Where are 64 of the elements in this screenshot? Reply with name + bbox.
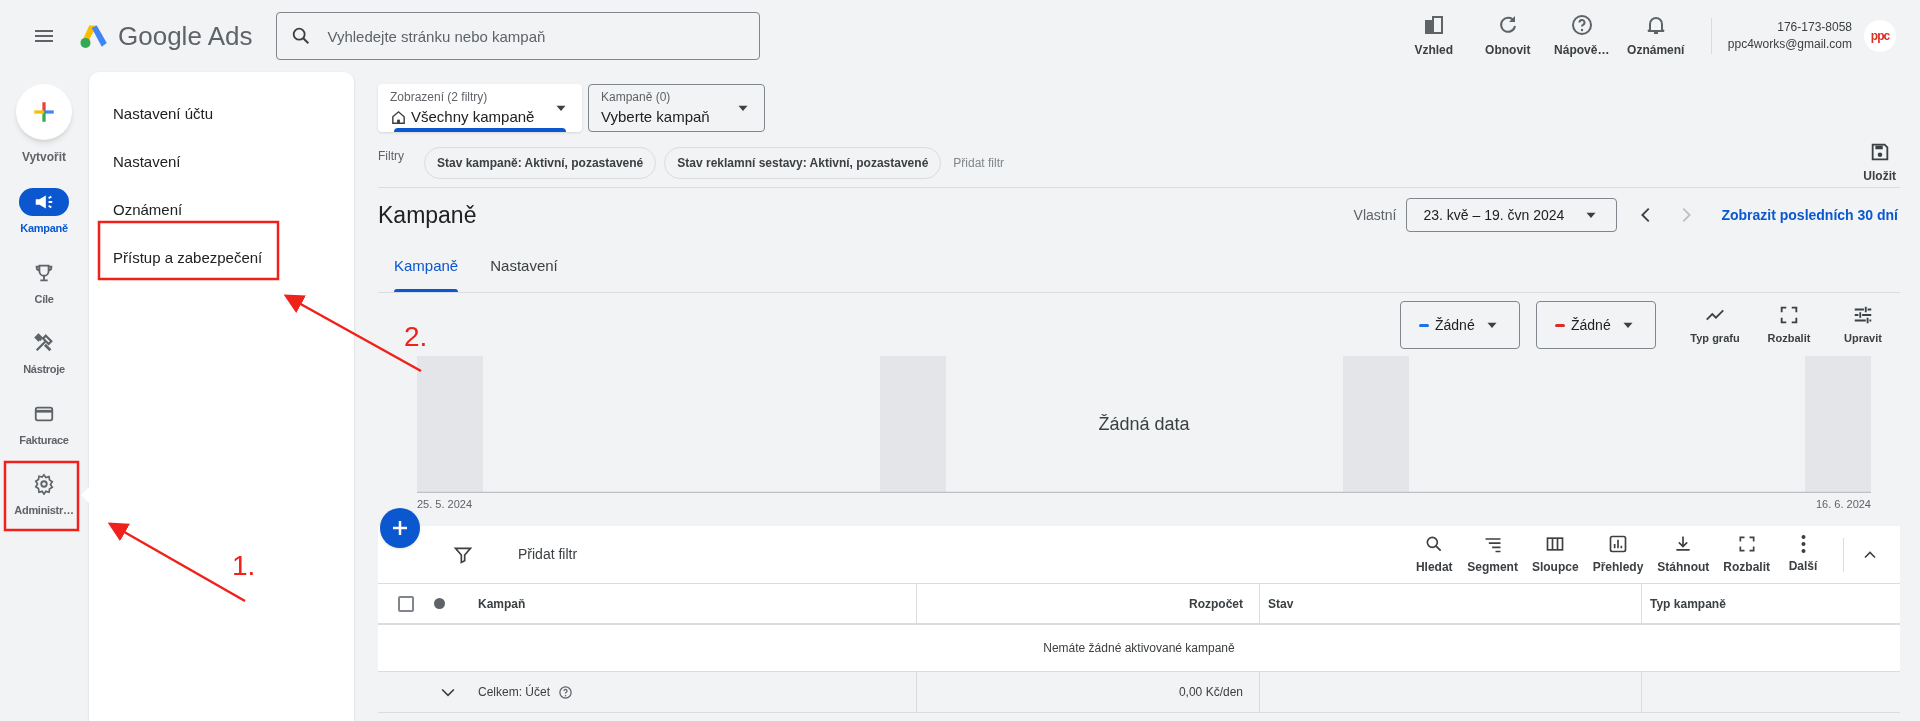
budget-total: 0,00 Kč/den [1178, 684, 1243, 701]
axis-label: 16. 6. 2024 [1815, 497, 1871, 512]
total-label: Celkem: Účet [478, 683, 551, 701]
nav-item[interactable]: Kampaně [9, 188, 79, 237]
toolbar-button[interactable]: Vzhled [1396, 13, 1471, 59]
metric-selector[interactable]: Žádné [1400, 301, 1520, 349]
more-icon [1800, 534, 1806, 553]
gear-icon [33, 473, 55, 495]
filters-label: Filtry [378, 147, 404, 165]
table-tool-button[interactable]: Sloupce [1524, 533, 1586, 576]
toolbar-button[interactable]: Oznámení [1618, 13, 1693, 59]
select-all-checkbox[interactable] [398, 595, 414, 612]
add-button[interactable] [380, 508, 420, 548]
home-icon [390, 108, 407, 126]
product-name: Google Ads [118, 19, 253, 53]
menu-item[interactable]: Nastavení účtu [89, 90, 354, 138]
table-tool-button[interactable]: Rozbalit [1716, 533, 1777, 576]
account-avatar[interactable]: ppc [1864, 20, 1896, 52]
axis-label: 25. 5. 2024 [417, 497, 473, 512]
nav-item[interactable]: Nástroje [9, 329, 79, 378]
save-button[interactable]: Uložit [1863, 140, 1896, 185]
table-tool-button[interactable]: Segment [1460, 533, 1525, 576]
view-selector[interactable]: Zobrazení (2 filtry) Všechny kampaně [378, 84, 582, 132]
no-data-message: Žádná data [1098, 413, 1190, 436]
account-email: ppc4works@gmail.com [1727, 36, 1852, 53]
column-header[interactable]: Stav [1268, 594, 1294, 613]
table-tool-button[interactable]: Další [1777, 534, 1829, 575]
chart-tool-button[interactable]: Typ grafu [1678, 303, 1752, 347]
nav-item[interactable]: Fakturace [9, 399, 79, 448]
menu-item[interactable]: Přístup a zabezpečení [89, 234, 354, 282]
show-last-30-days-link[interactable]: Zobrazit posledních 30 dní [1721, 204, 1898, 226]
tab[interactable]: Kampaně [378, 241, 475, 292]
reports-icon [1607, 533, 1628, 554]
toolbar-button[interactable]: Nápově… [1544, 13, 1619, 59]
campaign-selector[interactable]: Kampaně (0) Vyberte kampaň [588, 84, 765, 132]
nav-item[interactable]: Administr… [9, 470, 79, 519]
table-tool-button[interactable]: Přehledy [1585, 533, 1651, 576]
toolbar-button[interactable]: Obnovit [1470, 13, 1545, 59]
menu-item[interactable]: Oznámení [89, 186, 354, 234]
date-label: Vlastní [1353, 205, 1397, 225]
column-header[interactable]: Rozpočet [1189, 594, 1243, 613]
help-icon [558, 684, 574, 700]
plus-icon [31, 99, 57, 125]
table-tool-button[interactable]: Stáhnout [1650, 533, 1717, 576]
column-header[interactable]: Kampaň [478, 594, 526, 613]
annotation-number: 1. [232, 549, 256, 583]
menu-item[interactable]: Nastavení [89, 138, 354, 186]
chart-tool-button[interactable]: Upravit [1826, 303, 1900, 347]
tools-icon [33, 332, 55, 354]
nav-item[interactable]: Cíle [9, 258, 79, 307]
empty-table-message: Nemáte žádné aktivované kampaně [1043, 640, 1235, 657]
column-header[interactable]: Typ kampaně [1650, 594, 1726, 613]
page-title: Kampaně [378, 200, 477, 230]
logo-icon [78, 22, 108, 50]
metric-selector[interactable]: Žádné [1536, 301, 1656, 349]
annotation-number: 2. [404, 320, 428, 354]
account-id: 176-173-8058 [1777, 19, 1852, 36]
date-range-picker[interactable]: 23. kvě – 19. čvn 2024 [1406, 198, 1618, 232]
help-icon [1569, 13, 1594, 37]
chart-tool-button[interactable]: Rozbalit [1752, 303, 1826, 347]
tab[interactable]: Nastavení [474, 241, 574, 292]
search-field[interactable]: Vyhledejte stránku nebo kampaň [276, 12, 761, 60]
add-filter-button[interactable]: Přidat filtr [518, 544, 578, 565]
table-tool-button[interactable]: Hledat [1408, 533, 1461, 576]
